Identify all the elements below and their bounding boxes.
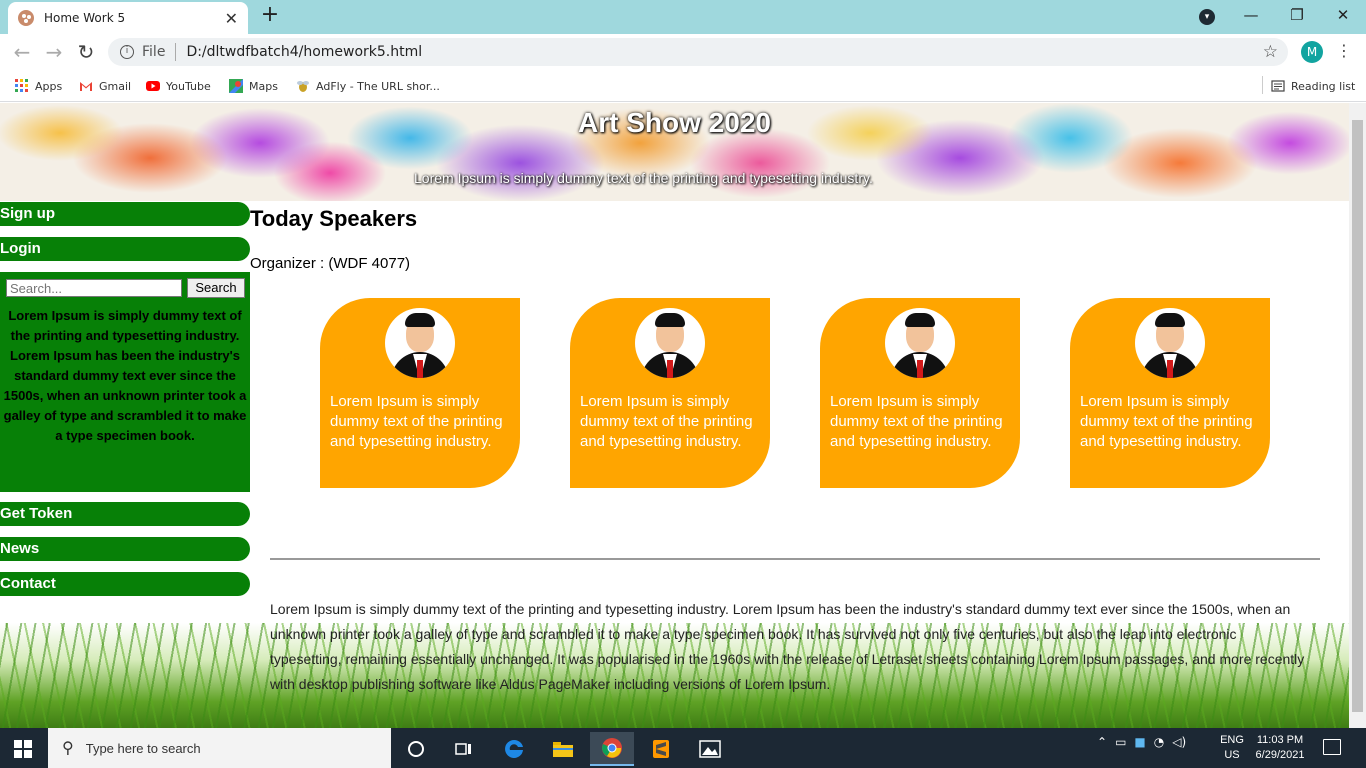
clock-time: 11:03 PM	[1256, 734, 1304, 746]
back-arrow-icon[interactable]: ←	[10, 40, 34, 64]
url-text[interactable]: D:/dltwdfbatch4/homework5.html	[186, 44, 422, 60]
speaker-avatar-icon	[635, 308, 705, 378]
reading-list-label: Reading list	[1291, 79, 1356, 93]
chrome-taskbar-icon[interactable]	[590, 732, 634, 766]
bookmarks-bar: Apps Gmail YouTube Maps AdFly - The URL …	[0, 70, 1366, 102]
info-icon[interactable]: i	[120, 45, 134, 59]
youtube-icon	[146, 81, 160, 91]
apps-grid-icon	[15, 79, 28, 92]
volume-icon[interactable]: ◁)	[1172, 735, 1186, 749]
speaker-avatar-icon	[1135, 308, 1205, 378]
edge-browser-icon[interactable]	[492, 732, 536, 766]
adfly-icon	[297, 81, 309, 92]
speaker-card-text: Lorem Ipsum is simply dummy text of the …	[830, 393, 1003, 450]
news-link[interactable]: News	[0, 537, 250, 561]
bookmark-adfly[interactable]: AdFly - The URL shor...	[296, 78, 440, 94]
bookmark-star-icon[interactable]: ☆	[1263, 42, 1278, 62]
horizontal-rule	[270, 558, 1320, 560]
speaker-card: Lorem Ipsum is simply dummy text of the …	[820, 298, 1020, 488]
url-scheme-label: File	[142, 44, 166, 60]
bookmark-label: Gmail	[99, 79, 132, 93]
file-explorer-icon[interactable]	[541, 732, 585, 766]
speaker-card: Lorem Ipsum is simply dummy text of the …	[570, 298, 770, 488]
login-link[interactable]: Login	[0, 237, 250, 261]
sidebar-description: Lorem Ipsum is simply dummy text of the …	[3, 308, 247, 443]
bookmark-label: AdFly - The URL shor...	[316, 79, 440, 93]
language-indicator[interactable]: ENG US	[1219, 733, 1245, 763]
contact-link[interactable]: Contact	[0, 572, 250, 596]
speaker-avatar-icon	[385, 308, 455, 378]
profile-avatar[interactable]: M	[1301, 41, 1323, 63]
window-close-button[interactable]: ✕	[1328, 4, 1358, 28]
bookmarks-divider	[1262, 76, 1263, 94]
taskbar-search-placeholder: Type here to search	[85, 740, 201, 756]
onedrive-icon[interactable]: ■	[1134, 735, 1145, 749]
url-divider	[175, 43, 177, 61]
photos-app-icon[interactable]	[688, 732, 732, 766]
maps-icon	[229, 79, 243, 93]
signup-link[interactable]: Sign up	[0, 202, 250, 226]
wifi-icon[interactable]: ◔	[1154, 735, 1164, 749]
task-view-icon[interactable]	[442, 732, 486, 766]
scrollbar-thumb[interactable]	[1352, 120, 1363, 712]
bookmark-label: Maps	[249, 79, 278, 93]
notification-center-icon[interactable]	[1323, 739, 1341, 755]
new-tab-button[interactable]: +	[258, 4, 282, 28]
bookmark-gmail[interactable]: Gmail	[79, 78, 131, 94]
kebab-menu-icon[interactable]: ⋮	[1336, 42, 1352, 62]
language-code: ENG	[1220, 734, 1244, 746]
reload-icon[interactable]: ↻	[74, 40, 98, 64]
chevron-up-icon[interactable]: ⌃	[1097, 735, 1107, 749]
cortana-icon[interactable]	[394, 732, 438, 766]
address-bar[interactable]: i File D:/dltwdfbatch4/homework5.html ☆	[108, 38, 1288, 66]
bookmark-youtube[interactable]: YouTube	[146, 78, 211, 94]
bookmark-label: YouTube	[166, 79, 211, 93]
bookmark-label: Apps	[35, 79, 63, 93]
minimize-button[interactable]: —	[1236, 4, 1266, 28]
speakers-heading: Today Speakers	[250, 206, 418, 231]
tab-close-icon[interactable]: ✕	[225, 9, 238, 28]
speaker-card-text: Lorem Ipsum is simply dummy text of the …	[330, 393, 503, 450]
taskbar-clock[interactable]: 11:03 PM 6/29/2021	[1252, 733, 1308, 763]
speaker-avatar-icon	[885, 308, 955, 378]
banner-subtitle: Lorem Ipsum is simply dummy text of the …	[414, 170, 873, 186]
taskbar-search-box[interactable]: ⚲ Type here to search	[48, 728, 391, 768]
speaker-card-text: Lorem Ipsum is simply dummy text of the …	[580, 393, 753, 450]
speaker-card-text: Lorem Ipsum is simply dummy text of the …	[1080, 393, 1253, 450]
windows-start-icon[interactable]	[14, 740, 32, 758]
keyboard-region: US	[1224, 749, 1240, 761]
speaker-card: Lorem Ipsum is simply dummy text of the …	[320, 298, 520, 488]
reading-list-button[interactable]: Reading list	[1271, 78, 1355, 94]
search-icon: ⚲	[62, 740, 74, 757]
search-button[interactable]: Search	[187, 278, 245, 298]
gmail-icon	[80, 82, 92, 91]
browser-tab[interactable]: Home Work 5 ✕	[8, 2, 248, 34]
page-viewport: Art Show 2020 Lorem Ipsum is simply dumm…	[0, 103, 1349, 728]
search-input[interactable]	[6, 279, 182, 297]
bookmark-apps[interactable]: Apps	[15, 78, 62, 94]
battery-icon[interactable]: ▭	[1115, 735, 1126, 749]
clock-date: 6/29/2021	[1255, 749, 1305, 761]
bookmark-maps[interactable]: Maps	[229, 78, 278, 94]
reading-list-icon	[1271, 80, 1285, 92]
organizer-text: Organizer : (WDF 4077)	[250, 255, 411, 272]
tab-title: Home Work 5	[44, 11, 126, 25]
speaker-card: Lorem Ipsum is simply dummy text of the …	[1070, 298, 1270, 488]
system-tray: ⌃ ▭ ■ ◔ ◁)	[1097, 735, 1186, 749]
body-paragraph: Lorem Ipsum is simply dummy text of the …	[270, 601, 1305, 692]
get-token-link[interactable]: Get Token	[0, 502, 250, 526]
forward-arrow-icon[interactable]: →	[42, 40, 66, 64]
tab-search-icon[interactable]: ▾	[1199, 9, 1215, 25]
banner-title: Art Show 2020	[578, 107, 771, 138]
restore-button[interactable]: ❐	[1282, 4, 1312, 28]
sublime-text-icon[interactable]	[639, 732, 683, 766]
palette-favicon-icon	[18, 10, 34, 26]
